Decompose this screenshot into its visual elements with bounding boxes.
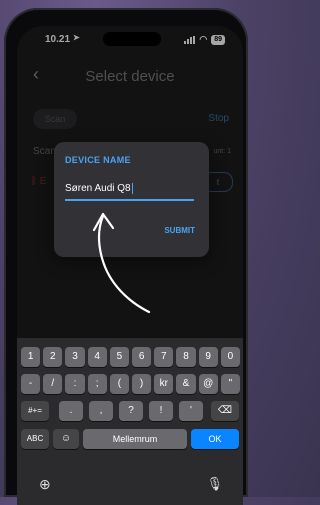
key[interactable]: 6 [132, 347, 152, 367]
phone-frame: 10.21 ➤ ◠ 89 ‹ Select device Scan Stop S… [4, 8, 248, 505]
key[interactable]: 0 [220, 347, 240, 367]
key[interactable]: 5 [109, 347, 129, 367]
key[interactable]: kr [154, 374, 174, 394]
keyboard-row-punctuation: #+= ⌫ .,?! ' [17, 401, 243, 421]
keyboard-row-bottom: ABC ☺ Mellemrum OK [17, 429, 243, 449]
key[interactable]: ? [119, 401, 143, 421]
keyboard-row-numbers: 1234567890 [17, 347, 243, 367]
ok-key[interactable]: OK [191, 429, 239, 449]
key[interactable]: , [89, 401, 113, 421]
key[interactable]: / [43, 374, 63, 394]
key[interactable]: 2 [43, 347, 63, 367]
abc-key[interactable]: ABC [21, 429, 49, 449]
key[interactable]: 4 [87, 347, 107, 367]
key[interactable]: ! [149, 401, 173, 421]
key[interactable]: : [65, 374, 85, 394]
keyboard: 1234567890 - /:;() kr & @ " #+= ⌫ .,?! ' ABC ☺… [17, 338, 243, 505]
key[interactable]: " [220, 374, 240, 394]
space-key[interactable]: Mellemrum [83, 429, 187, 449]
key[interactable]: - [21, 374, 41, 394]
globe-icon[interactable]: ⊕ [39, 476, 51, 493]
key[interactable]: 1 [21, 347, 41, 367]
key[interactable]: ) [132, 374, 152, 394]
emoji-icon[interactable]: ☺ [53, 429, 79, 449]
key[interactable]: @ [198, 374, 218, 394]
key[interactable]: 3 [65, 347, 85, 367]
keyboard-row-symbols: - /:;() kr & @ " [17, 374, 243, 394]
key[interactable]: 9 [198, 347, 218, 367]
key[interactable]: 7 [154, 347, 174, 367]
microphone-icon[interactable]: 🎙 [206, 476, 223, 492]
key[interactable]: ; [87, 374, 107, 394]
key[interactable]: & [176, 374, 196, 394]
shift-symbols-key[interactable]: #+= [21, 401, 49, 421]
key[interactable]: ' [179, 401, 203, 421]
key[interactable]: ( [109, 374, 129, 394]
key[interactable]: 8 [176, 347, 196, 367]
screen: 10.21 ➤ ◠ 89 ‹ Select device Scan Stop S… [17, 26, 243, 505]
backspace-key[interactable]: ⌫ [211, 401, 239, 421]
key[interactable]: . [59, 401, 83, 421]
